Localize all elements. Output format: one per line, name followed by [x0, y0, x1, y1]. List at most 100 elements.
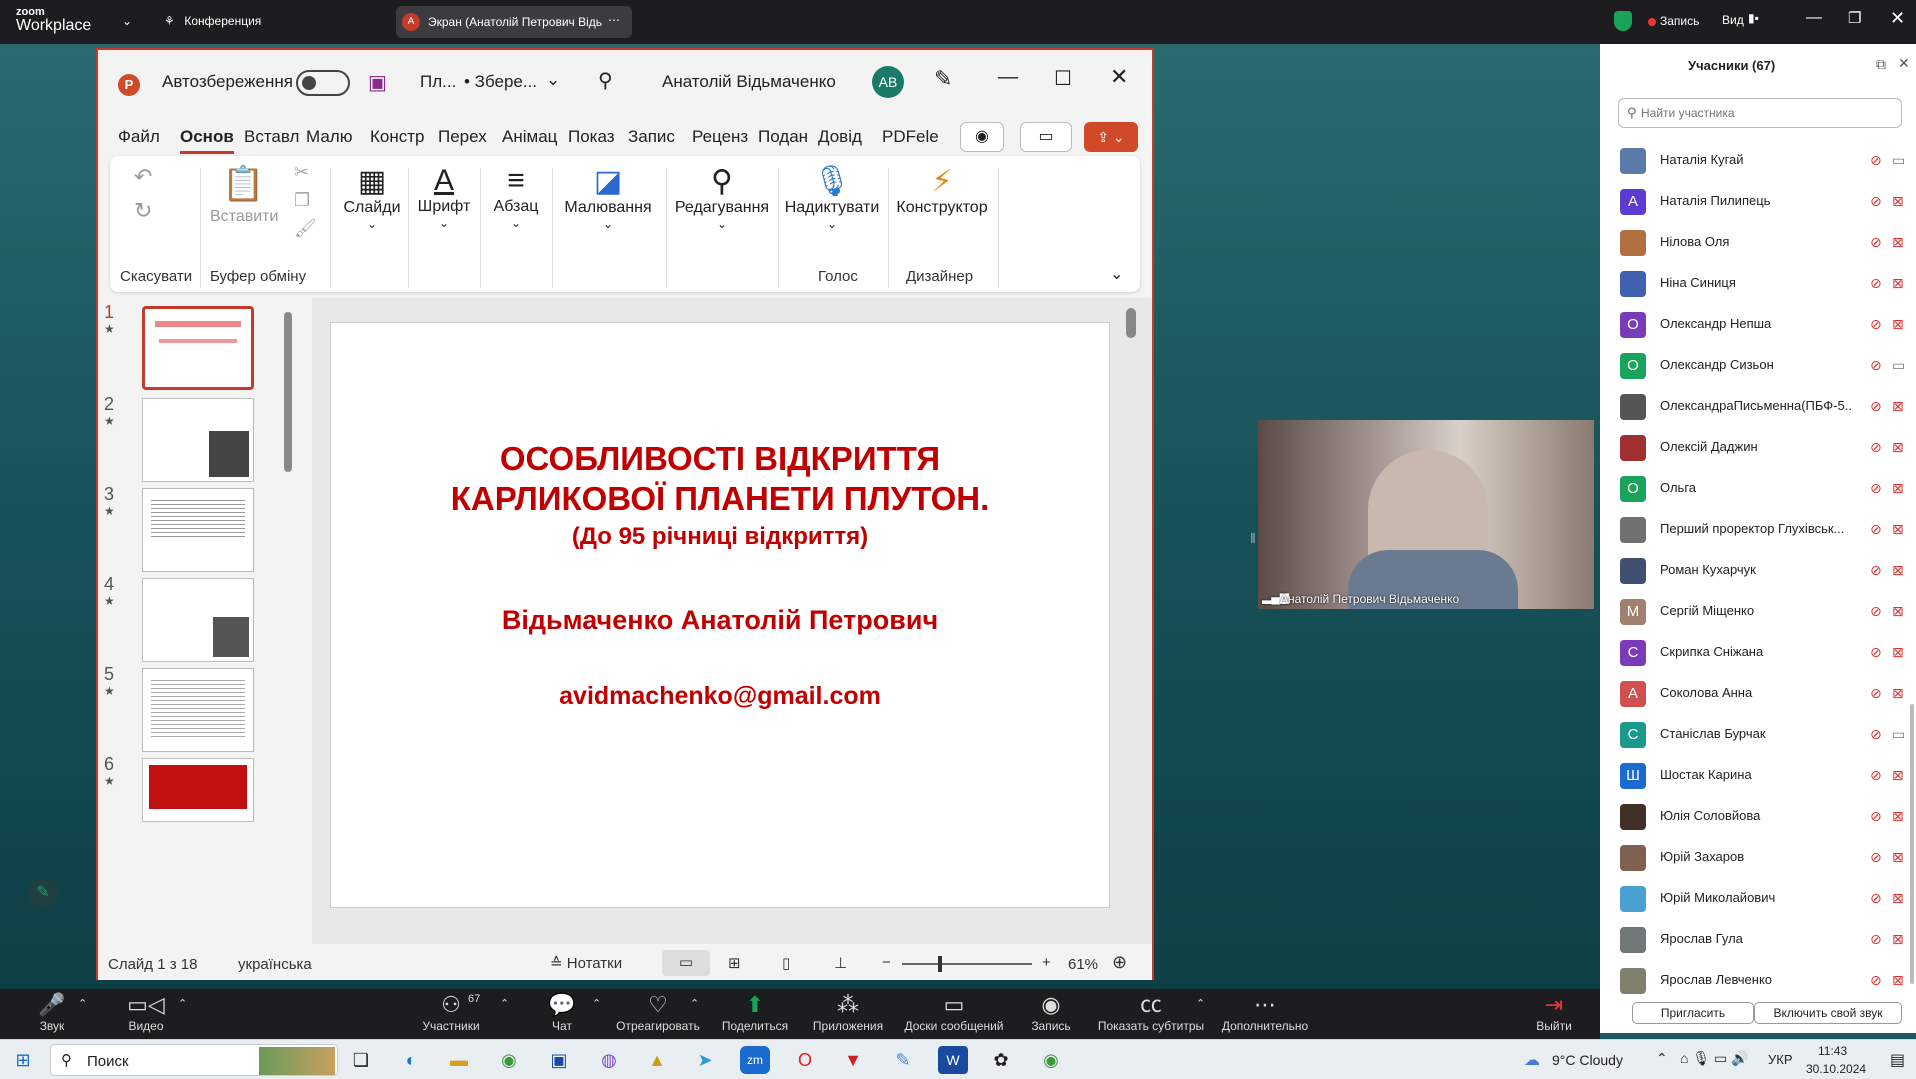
- audio-button[interactable]: 🎤 Звук: [32, 989, 72, 1033]
- tab-review[interactable]: Реценз: [692, 127, 748, 147]
- participant-row[interactable]: А Соколова Анна ⊘ ⊠: [1620, 673, 1904, 713]
- chrome-profile-icon[interactable]: ◉: [1036, 1046, 1066, 1074]
- task-view-icon[interactable]: ❏: [346, 1046, 376, 1074]
- leave-button[interactable]: ⇥ Выйти: [1534, 989, 1574, 1033]
- undo-icon[interactable]: ↶: [134, 164, 152, 190]
- user-avatar[interactable]: АВ: [872, 66, 904, 98]
- windows-start-icon[interactable]: ⊞: [8, 1046, 38, 1074]
- participant-row[interactable]: Ш Шостак Карина ⊘ ⊠: [1620, 755, 1904, 795]
- record-indicator[interactable]: Запись: [1660, 14, 1699, 28]
- save-icon[interactable]: ▣: [368, 70, 387, 95]
- muted-mic-icon[interactable]: ⊘: [1870, 193, 1882, 210]
- participant-row[interactable]: Перший проректор Глухівськ... ⊘ ⊠: [1620, 509, 1904, 549]
- format-painter-icon[interactable]: 🖌: [294, 218, 317, 239]
- participant-row[interactable]: О Олександр Непша ⊘ ⊠: [1620, 304, 1904, 344]
- participant-row[interactable]: Юрій Миколайович ⊘ ⊠: [1620, 878, 1904, 918]
- video-off-icon[interactable]: ⊠: [1892, 849, 1904, 866]
- video-off-icon[interactable]: ⊠: [1892, 398, 1904, 415]
- muted-mic-icon[interactable]: ⊘: [1870, 398, 1882, 415]
- video-off-icon[interactable]: ⊠: [1892, 972, 1904, 989]
- slide-thumbnail-5[interactable]: [142, 668, 254, 752]
- chevron-down-icon[interactable]: ⌄: [1110, 264, 1123, 284]
- notes-button[interactable]: ≙ Нотатки: [550, 954, 622, 972]
- editing-button[interactable]: ⚲ Редагування ⌄: [672, 164, 772, 231]
- chevron-up-icon[interactable]: ⌃: [78, 997, 87, 1010]
- slide-sorter-icon[interactable]: ⊞: [728, 954, 741, 972]
- muted-mic-icon[interactable]: ⊘: [1870, 685, 1882, 702]
- paste-icon[interactable]: 📋: [222, 164, 264, 204]
- tab-view[interactable]: Подан: [758, 127, 808, 147]
- muted-mic-icon[interactable]: ⊘: [1870, 849, 1882, 866]
- zoom-in-icon[interactable]: +: [1042, 954, 1051, 971]
- close-icon[interactable]: ✕: [1890, 8, 1905, 29]
- tab-draw[interactable]: Малю: [306, 127, 352, 147]
- muted-mic-icon[interactable]: ⊘: [1870, 972, 1882, 989]
- chevron-up-icon[interactable]: ⌃: [592, 997, 601, 1010]
- muted-mic-icon[interactable]: ⊘: [1870, 234, 1882, 251]
- video-off-icon[interactable]: ⊠: [1892, 808, 1904, 825]
- chevron-up-icon[interactable]: ⌃: [1196, 997, 1205, 1010]
- language-indicator[interactable]: УКР: [1768, 1052, 1793, 1067]
- clock-time[interactable]: 11:43: [1818, 1044, 1847, 1058]
- share-button[interactable]: ⇪ ⌄: [1084, 122, 1138, 152]
- chevron-up-icon[interactable]: ⌃: [1656, 1050, 1668, 1067]
- slide-thumbnail-3[interactable]: [142, 488, 254, 572]
- video-camera-icon[interactable]: ▭: [1892, 726, 1905, 743]
- chevron-up-icon[interactable]: ⌃: [178, 997, 187, 1010]
- participant-row[interactable]: ОлександраПисьменна(ПБФ-5... ⊘ ⊠: [1620, 386, 1904, 426]
- drag-handle[interactable]: ‖: [1250, 530, 1256, 546]
- video-off-icon[interactable]: ⊠: [1892, 931, 1904, 948]
- file-explorer-icon[interactable]: ▬: [444, 1046, 474, 1074]
- muted-mic-icon[interactable]: ⊘: [1870, 603, 1882, 620]
- participant-row[interactable]: С Станіслав Бурчак ⊘ ▭: [1620, 714, 1905, 754]
- meeting-info-button[interactable]: ⚘ Конференция: [164, 13, 261, 28]
- opera-icon[interactable]: O: [790, 1046, 820, 1074]
- unmute-self-button[interactable]: Включить свой звук: [1754, 1002, 1902, 1024]
- muted-mic-icon[interactable]: ⊘: [1870, 808, 1882, 825]
- list-scrollbar[interactable]: [1910, 704, 1914, 984]
- participant-row[interactable]: О Олександр Сизьон ⊘ ▭: [1620, 345, 1905, 385]
- comments-icon[interactable]: ▭: [1020, 122, 1072, 152]
- muted-mic-icon[interactable]: ⊘: [1870, 480, 1882, 497]
- zoom-app-icon[interactable]: zm: [740, 1046, 770, 1074]
- annotate-icon[interactable]: ✎: [28, 878, 58, 908]
- muted-mic-icon[interactable]: ⊘: [1870, 644, 1882, 661]
- apps-button[interactable]: ⁂ Приложения: [810, 989, 886, 1033]
- video-off-icon[interactable]: ⊠: [1892, 275, 1904, 292]
- muted-mic-icon[interactable]: ⊘: [1870, 767, 1882, 784]
- participant-search[interactable]: ⚲: [1618, 98, 1902, 128]
- participant-row[interactable]: Наталія Кугай ⊘ ▭: [1620, 140, 1905, 180]
- more-icon[interactable]: ⋯: [608, 13, 620, 27]
- chevron-up-icon[interactable]: ⌃: [500, 997, 509, 1010]
- clock-date[interactable]: 30.10.2024: [1806, 1062, 1866, 1076]
- copy-icon[interactable]: ❐: [294, 190, 310, 211]
- participant-row[interactable]: Олексій Даджин ⊘ ⊠: [1620, 427, 1904, 467]
- muted-mic-icon[interactable]: ⊘: [1870, 316, 1882, 333]
- paint-icon[interactable]: ✎: [888, 1046, 918, 1074]
- video-camera-icon[interactable]: ▭: [1892, 357, 1905, 374]
- viber-icon[interactable]: ◍: [594, 1046, 624, 1074]
- chevron-down-icon[interactable]: ⌄: [122, 14, 132, 28]
- reactions-button[interactable]: ♡ Отреагировать: [614, 989, 702, 1033]
- designer-button[interactable]: ⚡ Конструктор: [892, 164, 992, 217]
- speaker-video-tile[interactable]: ▂▄▆ Анатолій Петрович Відьмаченко: [1258, 420, 1594, 609]
- notifications-icon[interactable]: ▤: [1890, 1050, 1905, 1070]
- chevron-up-icon[interactable]: ⌃: [690, 997, 699, 1010]
- search-icon[interactable]: ⚲: [598, 68, 613, 93]
- save-status[interactable]: • Збере...: [464, 72, 537, 92]
- muted-mic-icon[interactable]: ⊘: [1870, 726, 1882, 743]
- zoom-level[interactable]: 61%: [1068, 956, 1098, 973]
- slide-scrollbar[interactable]: [1126, 298, 1140, 944]
- autosave-toggle[interactable]: [296, 70, 350, 96]
- view-button[interactable]: Вид: [1722, 13, 1744, 27]
- video-camera-icon[interactable]: ▭: [1892, 152, 1905, 169]
- restore-icon[interactable]: ❐: [1848, 9, 1861, 27]
- invite-button[interactable]: Пригласить: [1632, 1002, 1754, 1024]
- close-icon[interactable]: ✕: [1898, 55, 1910, 72]
- video-off-icon[interactable]: ⊠: [1892, 603, 1904, 620]
- video-off-icon[interactable]: ⊠: [1892, 193, 1904, 210]
- participant-row[interactable]: М Сергій Міщенко ⊘ ⊠: [1620, 591, 1904, 631]
- tab-pdfelement[interactable]: PDFele: [882, 127, 939, 147]
- participant-row[interactable]: О Ольга ⊘ ⊠: [1620, 468, 1904, 508]
- record-button[interactable]: ◉ Запись: [1030, 989, 1072, 1033]
